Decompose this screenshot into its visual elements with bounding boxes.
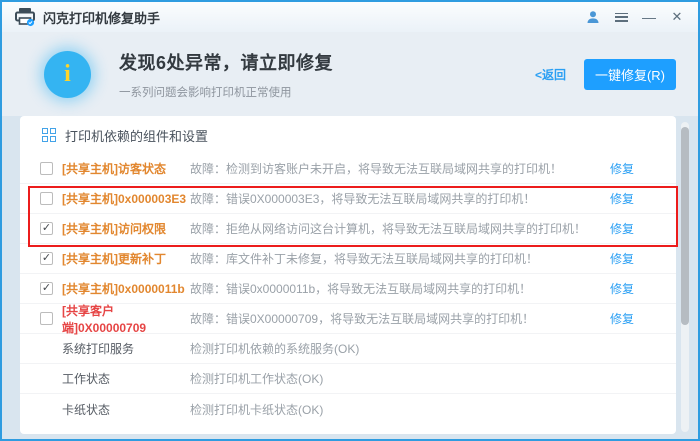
issue-label: [共享主机]更新补丁 xyxy=(62,250,190,267)
section-title: 打印机依赖的组件和设置 xyxy=(65,126,208,145)
status-label: 工作状态 xyxy=(62,370,190,387)
status-desc: 检测打印机工作状态(OK) xyxy=(190,370,634,387)
app-title: 闪克打印机修复助手 xyxy=(43,8,160,27)
status-label: 系统打印服务 xyxy=(62,340,190,357)
user-icon[interactable] xyxy=(580,6,606,28)
issue-desc: 故障：拒绝从网络访问这台计算机，将导致无法互联局域网共享的打印机！ xyxy=(190,220,610,237)
banner-subtitle: 一系列问题会影响打印机正常使用 xyxy=(119,84,333,100)
issue-row: [共享主机]访客状态 故障：检测到访客账户未开启，将导致无法互联局域网共享的打印… xyxy=(20,154,676,184)
issue-desc: 故障：错误0X00000709，将导致无法互联局域网共享的打印机！ xyxy=(190,310,610,327)
titlebar: 闪克打印机修复助手 — ✕ xyxy=(2,2,698,32)
status-row: 系统打印服务 检测打印机依赖的系统服务(OK) xyxy=(20,334,676,364)
issue-row: ✓ [共享主机]访问权限 故障：拒绝从网络访问这台计算机，将导致无法互联局域网共… xyxy=(20,214,676,244)
repair-link[interactable]: 修复 xyxy=(610,160,634,177)
info-icon: i xyxy=(44,51,91,98)
repair-link[interactable]: 修复 xyxy=(610,310,634,327)
summary-banner: i 发现6处异常，请立即修复 一系列问题会影响打印机正常使用 <返回 一键修复(… xyxy=(2,32,698,116)
checkbox[interactable]: ✓ xyxy=(40,252,53,265)
repair-link[interactable]: 修复 xyxy=(610,190,634,207)
issue-desc: 故障：库文件补丁未修复，将导致无法互联局域网共享的打印机！ xyxy=(190,250,610,267)
checkbox[interactable] xyxy=(40,192,53,205)
scrollbar-thumb[interactable] xyxy=(681,127,689,325)
section-header: 打印机依赖的组件和设置 xyxy=(20,116,676,154)
minimize-button[interactable]: — xyxy=(636,6,662,28)
issue-row: [共享主机]0x000003E3 故障：错误0X000003E3，将导致无法互联… xyxy=(20,184,676,214)
issues-panel: 打印机依赖的组件和设置 [共享主机]访客状态 故障：检测到访客账户未开启，将导致… xyxy=(20,116,676,434)
banner-title: 发现6处异常，请立即修复 xyxy=(119,49,333,75)
info-glyph: i xyxy=(64,62,71,86)
issue-label: [共享主机]访客状态 xyxy=(62,160,190,177)
checkbox[interactable] xyxy=(40,162,53,175)
back-link[interactable]: <返回 xyxy=(535,66,566,83)
repair-link[interactable]: 修复 xyxy=(610,280,634,297)
status-row: 工作状态 检测打印机工作状态(OK) xyxy=(20,364,676,394)
issue-desc: 故障：检测到访客账户未开启，将导致无法互联局域网共享的打印机！ xyxy=(190,160,610,177)
checkbox[interactable]: ✓ xyxy=(40,222,53,235)
printer-icon xyxy=(14,7,36,27)
issue-label: [共享客户端]0X00000709 xyxy=(62,302,190,336)
status-desc: 检测打印机卡纸状态(OK) xyxy=(190,401,634,418)
issue-desc: 故障：错误0x0000011b，将导致无法互联局域网共享的打印机！ xyxy=(190,280,610,297)
issue-row: [共享客户端]0X00000709 故障：错误0X00000709，将导致无法互… xyxy=(20,304,676,334)
repair-all-button[interactable]: 一键修复(R) xyxy=(584,59,676,90)
issue-label: [共享主机]0x0000011b xyxy=(62,280,190,297)
menu-icon[interactable] xyxy=(608,6,634,28)
status-row: 卡纸状态 检测打印机卡纸状态(OK) xyxy=(20,394,676,424)
issue-label: [共享主机]0x000003E3 xyxy=(62,190,190,207)
issue-desc: 故障：错误0X000003E3，将导致无法互联局域网共享的打印机！ xyxy=(190,190,610,207)
repair-link[interactable]: 修复 xyxy=(610,250,634,267)
minimize-glyph: — xyxy=(642,9,656,25)
checkbox[interactable] xyxy=(40,312,53,325)
issue-row: ✓ [共享主机]0x0000011b 故障：错误0x0000011b，将导致无法… xyxy=(20,274,676,304)
issue-label: [共享主机]访问权限 xyxy=(62,220,190,237)
status-desc: 检测打印机依赖的系统服务(OK) xyxy=(190,340,634,357)
close-glyph: ✕ xyxy=(672,9,683,25)
status-label: 卡纸状态 xyxy=(62,401,190,418)
checkbox[interactable]: ✓ xyxy=(40,282,53,295)
repair-link[interactable]: 修复 xyxy=(610,220,634,237)
grid-icon xyxy=(42,128,57,143)
scrollbar-track[interactable] xyxy=(681,122,689,432)
app-window: { "app": { "title": "闪克打印机修复助手" }, "titl… xyxy=(0,0,700,441)
close-button[interactable]: ✕ xyxy=(664,6,690,28)
issue-row: ✓ [共享主机]更新补丁 故障：库文件补丁未修复，将导致无法互联局域网共享的打印… xyxy=(20,244,676,274)
